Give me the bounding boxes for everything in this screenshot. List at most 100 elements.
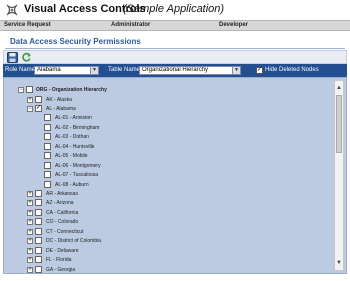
tree-checkbox[interactable] [35, 246, 42, 254]
tree-row[interactable]: AL-02 - Birmingham [4, 123, 324, 133]
table-name-select[interactable]: Organizational Hierarchy ▼ [139, 66, 241, 75]
tree-checkbox[interactable] [44, 180, 51, 188]
tree-row[interactable]: + CT - Connecticut [4, 227, 324, 237]
tree-row-label: AL-04 - Huntsville [55, 143, 95, 150]
hide-deleted-label: Hide Deleted Nodes [265, 67, 319, 73]
table-name-value: Organizational Hierarchy [142, 67, 209, 73]
expand-icon[interactable]: + [27, 247, 33, 254]
tree-row-label: GA - Georgia [46, 266, 76, 273]
collapse-icon[interactable]: − [18, 87, 24, 93]
tree-row-label: AL-01 - Anniston [55, 115, 92, 122]
tree-row-label: FL - Florida [46, 257, 72, 264]
expand-icon[interactable]: + [27, 200, 33, 207]
scroll-down-icon[interactable]: ▼ [335, 259, 343, 268]
expand-icon[interactable]: + [27, 228, 33, 235]
expand-icon[interactable]: + [27, 96, 33, 103]
tree-row[interactable]: + AK - Alaska [4, 95, 324, 105]
tree-row-label: CA - California [46, 209, 79, 216]
tree-row-label: AL-02 - Birmingham [55, 124, 100, 131]
menu-service-request[interactable]: Service Request [4, 21, 51, 30]
menu-administrator[interactable]: Administrator [111, 21, 150, 30]
tree-checkbox[interactable] [35, 237, 42, 245]
tree-checkbox[interactable]: ✓ [35, 104, 42, 112]
tree-checkbox[interactable] [35, 190, 42, 197]
tree-row[interactable]: + AR - Arkansas [4, 190, 324, 199]
page-title: Data Access Security Permissions [10, 37, 141, 46]
tree-row-label: CT - Connecticut [46, 228, 84, 235]
tree-row[interactable]: AL-08 - Auburn [4, 180, 324, 190]
expand-icon[interactable]: + [27, 191, 33, 197]
tree-row-label: AL-06 - Montgomery [55, 162, 101, 169]
chevron-down-icon[interactable]: ▼ [232, 67, 240, 74]
tree-checkbox[interactable] [35, 218, 42, 226]
logo-icon [6, 4, 18, 16]
tree-checkbox[interactable] [44, 152, 51, 160]
tree-row[interactable]: AL-01 - Anniston [4, 114, 324, 123]
tree-row[interactable]: + CO - Colorado [4, 218, 324, 227]
tree-checkbox[interactable] [44, 171, 51, 179]
scroll-thumb[interactable] [336, 95, 342, 153]
tree-row-label: AK - Alaska [46, 96, 72, 103]
tree-checkbox[interactable] [44, 161, 51, 169]
tree-row[interactable]: AL-05 - Mobile [4, 152, 324, 161]
menu-bar: Service Request Administrator Developer [0, 20, 350, 31]
expand-icon[interactable]: + [27, 238, 33, 245]
tree-row[interactable]: AL-07 - Tuscaloosa [4, 171, 324, 180]
tree-row-label: CO - Colorado [46, 219, 79, 226]
tree-checkbox[interactable] [35, 227, 42, 235]
tree-row[interactable]: + FL - Florida [4, 256, 324, 265]
tree-row[interactable]: AL-04 - Huntsville [4, 142, 324, 152]
tree-checkbox[interactable] [44, 114, 51, 122]
app-header: Visual Access Controls (Sample Applicati… [0, 0, 350, 20]
tree-root-row[interactable]: − ORG - Organization Hierarchy [4, 86, 324, 95]
chevron-down-icon[interactable]: ▼ [90, 67, 98, 74]
expand-icon[interactable]: + [27, 219, 33, 226]
tree-row-label: AL-07 - Tuscaloosa [55, 172, 99, 179]
tree-row[interactable]: + CA - California [4, 208, 324, 218]
tree-row[interactable]: − ✓ AL - Alabama [4, 104, 324, 114]
tree-row-label: DC - District of Colombia [46, 238, 102, 245]
tree-checkbox[interactable] [35, 95, 42, 103]
toolbar [3, 50, 347, 64]
tree-row[interactable]: + DC - District of Colombia [4, 237, 324, 246]
tree-checkbox[interactable] [35, 208, 42, 216]
tree-row[interactable]: + DE - Delaware [4, 246, 324, 256]
tree-row-label: AL-08 - Auburn [55, 181, 89, 188]
menu-developer[interactable]: Developer [219, 21, 248, 30]
role-name-select[interactable]: Alabama ▼ [34, 66, 99, 75]
vertical-scrollbar[interactable]: ▲ ▼ [334, 80, 344, 271]
tree-panel: − ORG - Organization Hierarchy + AK - Ala… [3, 77, 347, 274]
tree-row[interactable]: AL-06 - Montgomery [4, 161, 324, 171]
app-subtitle: (Sample Application) [123, 3, 225, 15]
tree-row-label: AL-03 - Dothan [55, 134, 89, 141]
expand-icon[interactable]: + [27, 257, 33, 264]
role-name-value: Alabama [37, 67, 61, 73]
role-name-label: Role Name [5, 67, 36, 73]
tree-row-label: DE - Delaware [46, 247, 79, 254]
tree-checkbox[interactable] [44, 142, 51, 150]
scroll-up-icon[interactable]: ▲ [335, 84, 343, 93]
table-name-label: Table Name [108, 67, 141, 73]
save-icon[interactable] [7, 52, 18, 63]
org-tree: − ORG - Organization Hierarchy + AK - Ala… [4, 78, 332, 273]
expand-icon[interactable]: + [27, 209, 33, 216]
tree-root-label: ORG - Organization Hierarchy [36, 87, 107, 93]
tree-checkbox[interactable] [35, 256, 42, 264]
tree-row[interactable]: + GA - Georgia [4, 265, 324, 273]
tree-row-label: AR - Arkansas [46, 191, 78, 197]
tree-row[interactable]: + AZ - Arizona [4, 199, 324, 208]
tree-checkbox[interactable] [35, 265, 42, 273]
tree-checkbox[interactable] [44, 133, 51, 141]
filter-bar: Role Name Alabama ▼ Table Name Organizat… [3, 64, 347, 77]
tree-checkbox[interactable] [44, 123, 51, 131]
tree-row-label: AL - Alabama [46, 105, 76, 112]
tree-row[interactable]: AL-03 - Dothan [4, 133, 324, 142]
refresh-icon[interactable] [21, 52, 32, 63]
tree-checkbox[interactable] [35, 199, 42, 207]
collapse-icon[interactable]: − [27, 105, 33, 112]
tree-checkbox[interactable] [26, 86, 33, 93]
expand-icon[interactable]: + [27, 266, 33, 273]
hide-deleted-checkbox[interactable]: ✓ [256, 67, 263, 74]
tree-row-label: AZ - Arizona [46, 200, 74, 207]
tree-row-label: AL-05 - Mobile [55, 153, 88, 160]
